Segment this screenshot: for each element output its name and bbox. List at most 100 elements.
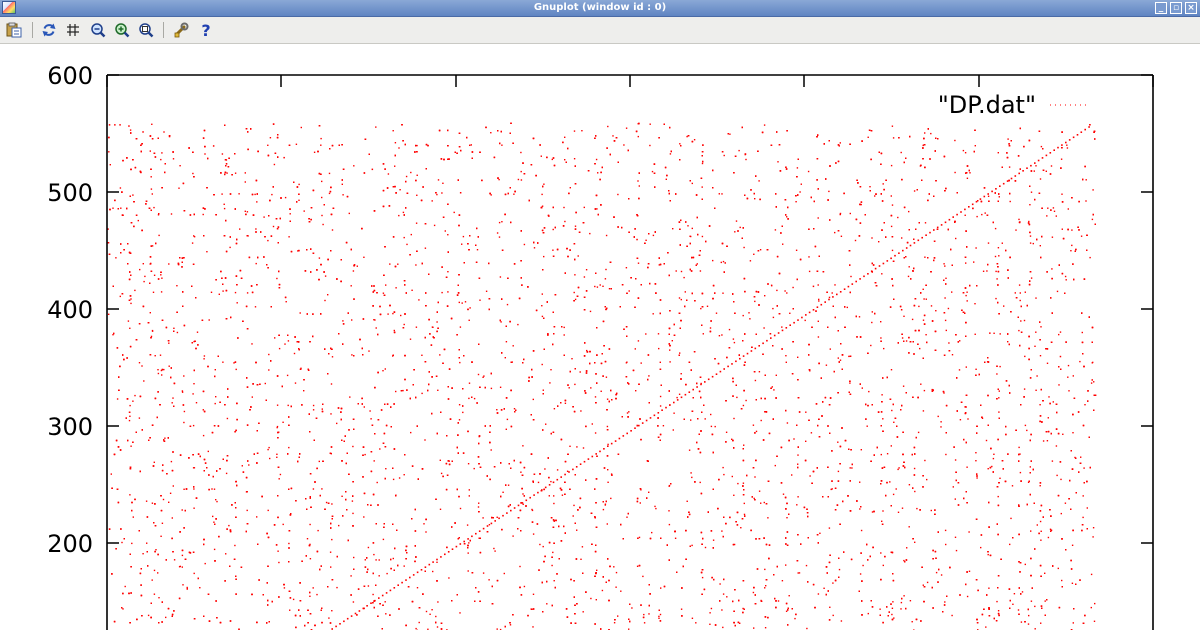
data-point	[625, 127, 628, 129]
data-point	[701, 235, 704, 238]
toggle-grid-button[interactable]	[64, 21, 82, 39]
data-point	[459, 507, 462, 510]
data-point	[1092, 361, 1094, 364]
data-point	[268, 369, 270, 371]
data-point	[805, 564, 808, 567]
data-point	[680, 270, 683, 273]
data-point	[556, 469, 559, 471]
close-button[interactable]: ×	[1185, 2, 1197, 14]
data-point	[1085, 179, 1087, 181]
data-point	[1018, 284, 1021, 286]
data-point	[403, 236, 405, 239]
data-point	[278, 478, 280, 480]
data-point	[222, 361, 224, 363]
data-point	[718, 193, 720, 195]
data-point	[600, 390, 602, 392]
data-point	[913, 467, 916, 470]
data-point	[602, 285, 604, 287]
data-point	[1061, 193, 1063, 195]
data-point	[154, 355, 156, 357]
data-point	[551, 564, 553, 567]
title-bar[interactable]: Gnuplot (window id : 0) _ ▫ ×	[0, 0, 1200, 17]
data-point	[1048, 396, 1050, 398]
data-point	[658, 617, 660, 619]
data-point	[440, 472, 443, 475]
data-point	[1030, 191, 1033, 193]
data-point	[477, 506, 480, 508]
data-point	[615, 586, 617, 588]
data-point	[959, 419, 962, 421]
data-point	[987, 242, 990, 244]
data-point	[1086, 507, 1088, 509]
data-point	[159, 354, 162, 356]
data-point	[774, 229, 777, 231]
data-point	[170, 460, 173, 463]
data-point	[1019, 471, 1022, 474]
data-points	[107, 122, 1097, 630]
data-point	[1085, 200, 1087, 202]
data-point	[482, 376, 484, 378]
data-point	[669, 153, 672, 155]
next-zoom-button[interactable]	[113, 21, 131, 39]
data-point	[512, 345, 514, 347]
data-point	[1047, 417, 1049, 419]
data-point	[212, 515, 214, 518]
data-point	[880, 337, 882, 339]
data-point	[193, 488, 195, 490]
data-point	[733, 417, 735, 420]
data-point	[908, 266, 910, 268]
data-point	[299, 312, 301, 314]
data-point	[743, 444, 745, 446]
data-point	[975, 452, 977, 454]
data-point	[635, 390, 637, 392]
data-point	[153, 461, 155, 463]
data-point	[837, 470, 840, 473]
data-point	[573, 504, 575, 507]
data-point	[577, 255, 579, 257]
data-point	[485, 290, 488, 292]
previous-zoom-button[interactable]	[89, 21, 107, 39]
data-point	[634, 348, 636, 350]
data-point	[398, 214, 400, 217]
configure-button[interactable]	[172, 21, 190, 39]
maximize-button[interactable]: ▫	[1170, 2, 1182, 14]
zoom-back-icon	[91, 23, 106, 38]
data-point	[763, 327, 765, 329]
copy-to-clipboard-button[interactable]	[5, 21, 23, 39]
minimize-button[interactable]: _	[1155, 2, 1167, 14]
plot-area[interactable]: 600 500 400 300 200 "DP.dat"	[0, 44, 1200, 630]
help-button[interactable]: ?	[197, 21, 215, 39]
data-point	[658, 347, 660, 350]
data-point	[679, 352, 681, 354]
data-point	[553, 580, 555, 582]
replot-button[interactable]	[40, 21, 58, 39]
data-point	[594, 432, 597, 434]
data-point	[782, 493, 785, 495]
data-point	[1029, 235, 1032, 237]
data-point	[817, 284, 819, 286]
data-point	[1091, 218, 1094, 221]
data-point	[149, 312, 151, 314]
data-point	[597, 172, 599, 174]
data-point	[255, 228, 257, 230]
data-point	[215, 396, 217, 398]
data-point	[406, 243, 408, 246]
data-point	[854, 239, 857, 242]
data-point	[943, 263, 945, 265]
autoscale-button[interactable]	[137, 21, 155, 39]
data-point	[709, 327, 712, 329]
data-point	[974, 145, 976, 147]
data-point	[785, 361, 787, 363]
data-point	[532, 533, 535, 535]
data-point	[690, 419, 692, 421]
data-point	[349, 396, 351, 398]
data-point	[213, 488, 216, 490]
data-point	[937, 415, 939, 418]
data-point	[375, 559, 377, 561]
data-point	[176, 331, 179, 334]
data-point	[1052, 401, 1054, 403]
data-point	[700, 307, 702, 310]
data-point	[436, 561, 438, 563]
data-point	[161, 277, 163, 279]
data-point	[405, 175, 408, 178]
